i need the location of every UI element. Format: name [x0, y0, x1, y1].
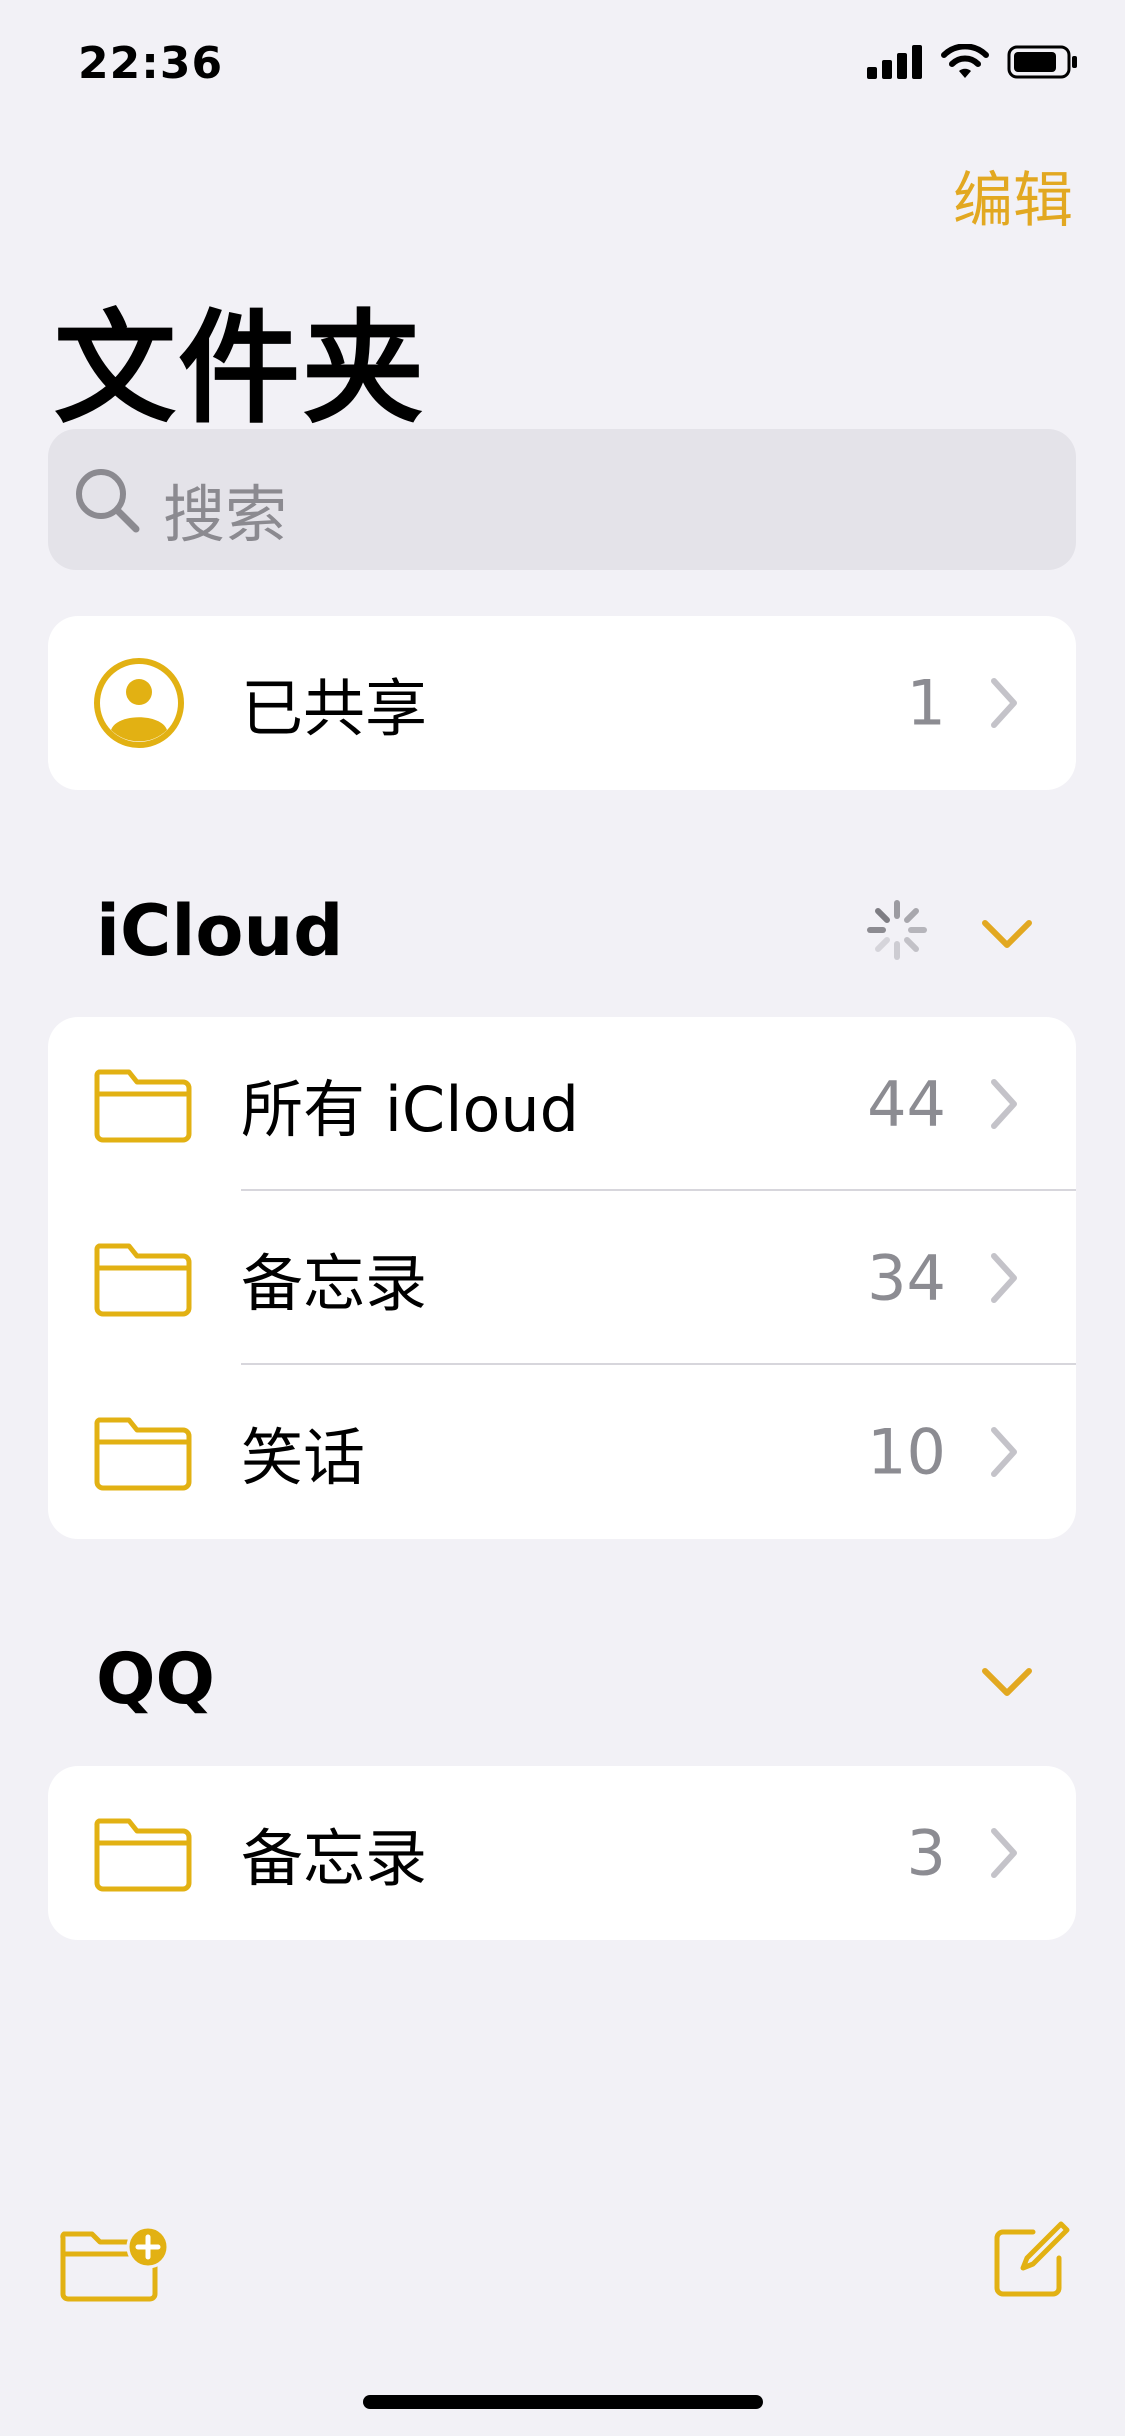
folder-row[interactable]: 所有 iCloud 44 [48, 1017, 1076, 1191]
battery-icon [1007, 45, 1077, 79]
collapse-chevron-icon[interactable] [981, 918, 1033, 950]
shared-label: 已共享 [241, 672, 428, 745]
folder-row[interactable]: 备忘录 34 [48, 1191, 1076, 1365]
folder-label: 备忘录 [241, 1822, 428, 1895]
folder-icon [94, 1818, 192, 1892]
shared-card: 已共享 1 [48, 616, 1076, 790]
new-folder-icon[interactable] [58, 2222, 170, 2304]
search-field[interactable]: 搜索 [48, 429, 1076, 570]
section-title-qq: QQ [96, 1638, 216, 1720]
folder-count: 34 [867, 1241, 946, 1315]
folder-row[interactable]: 备忘录 3 [48, 1766, 1076, 1940]
folder-label: 所有 iCloud [241, 1073, 580, 1146]
wifi-icon [941, 44, 989, 78]
search-placeholder: 搜索 [163, 478, 288, 551]
folder-row[interactable]: 笑话 10 [48, 1365, 1076, 1539]
shared-row[interactable]: 已共享 1 [48, 616, 1076, 790]
status-time: 22:36 [78, 38, 224, 89]
chevron-right-icon [991, 1427, 1017, 1477]
chevron-right-icon [991, 1828, 1017, 1878]
section-title-icloud: iCloud [96, 890, 344, 972]
collapse-chevron-icon[interactable] [981, 1666, 1033, 1698]
folder-icon [94, 1069, 192, 1143]
status-icons [867, 44, 1079, 80]
loading-spinner-icon [867, 900, 927, 960]
chevron-right-icon [991, 678, 1017, 728]
shared-person-icon [94, 658, 184, 748]
qq-folders-card: 备忘录 3 [48, 1766, 1076, 1940]
page-title: 文件夹 [54, 298, 426, 440]
folder-icon [94, 1417, 192, 1491]
folder-count: 10 [867, 1415, 946, 1489]
icloud-folders-card: 所有 iCloud 44 备忘录 34 笑话 10 [48, 1017, 1076, 1539]
home-indicator [363, 2395, 763, 2409]
compose-icon[interactable] [989, 2218, 1073, 2302]
shared-count: 1 [906, 666, 946, 740]
chevron-right-icon [991, 1079, 1017, 1129]
chevron-right-icon [991, 1253, 1017, 1303]
cellular-signal-icon [867, 45, 922, 79]
edit-button[interactable]: 编辑 [953, 152, 1073, 239]
folder-count: 44 [867, 1067, 946, 1141]
folder-label: 笑话 [241, 1421, 366, 1494]
folder-count: 3 [906, 1816, 946, 1890]
folder-icon [94, 1243, 192, 1317]
folder-label: 备忘录 [241, 1247, 428, 1320]
search-icon [76, 469, 140, 533]
